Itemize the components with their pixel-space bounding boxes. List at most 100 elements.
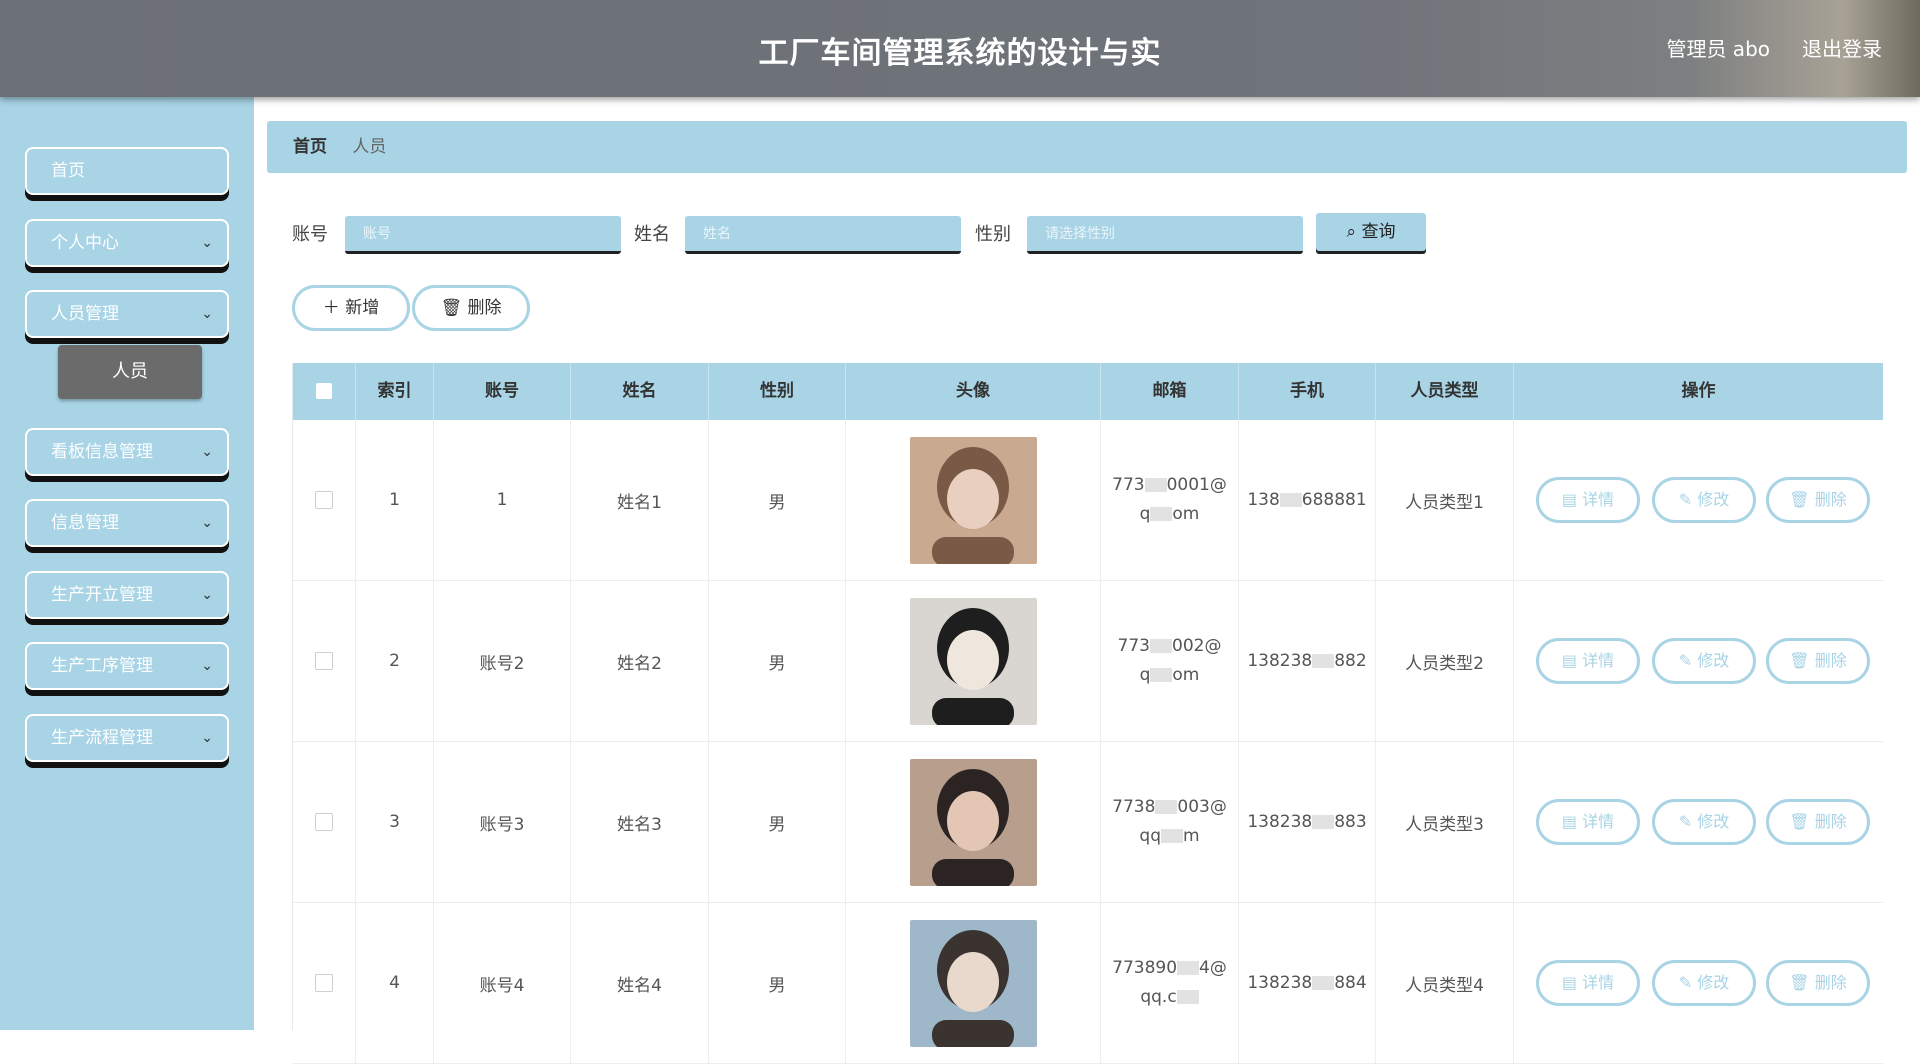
cell-name: 姓名2 <box>571 581 709 741</box>
detail-button-label: 详情 <box>1582 651 1615 670</box>
sidebar-item-board[interactable]: 看板信息管理 ⌄ <box>25 428 229 476</box>
bulk-delete-button-label: 删除 <box>467 298 502 318</box>
redaction-mask <box>1161 829 1184 843</box>
cell-avatar <box>846 581 1101 741</box>
row-checkbox[interactable] <box>315 491 333 509</box>
cell-gender: 男 <box>709 903 846 1063</box>
bulk-delete-button[interactable]: 🗑 删除 <box>412 285 530 331</box>
sidebar-item-info[interactable]: 信息管理 ⌄ <box>25 499 229 547</box>
cell-avatar <box>846 742 1101 902</box>
row-delete-button[interactable]: 🗑 删除 <box>1766 799 1870 845</box>
email-part: 7738 <box>1112 797 1156 817</box>
chevron-down-icon: ⌄ <box>201 658 213 674</box>
sidebar-item-flow[interactable]: 生产流程管理 ⌄ <box>25 714 229 762</box>
sidebar-item-home[interactable]: 首页 <box>25 147 229 195</box>
email-line-2: q om <box>1140 661 1200 690</box>
col-type: 人员类型 <box>1376 363 1514 420</box>
detail-button-label: 详情 <box>1582 973 1615 992</box>
name-input[interactable] <box>685 216 961 254</box>
personnel-table: 索引 账号 姓名 性别 头像 邮箱 手机 人员类型 操作 1 1 姓名1 男 773 00… <box>292 363 1883 1064</box>
row-select-cell <box>293 742 356 902</box>
cell-phone: 138238 882 <box>1239 581 1376 741</box>
select-all-checkbox[interactable] <box>316 383 332 399</box>
edit-button-label: 修改 <box>1697 490 1730 509</box>
sidebar-item-production-open[interactable]: 生产开立管理 ⌄ <box>25 571 229 619</box>
email-line-2: qq.c <box>1140 983 1199 1012</box>
email-line-2: q om <box>1140 500 1200 529</box>
breadcrumb-home[interactable]: 首页 <box>293 137 327 157</box>
detail-button[interactable]: ▤ 详情 <box>1536 477 1640 523</box>
col-phone: 手机 <box>1239 363 1376 420</box>
sidebar-item-process[interactable]: 生产工序管理 ⌄ <box>25 642 229 690</box>
edit-button[interactable]: ✎ 修改 <box>1652 960 1756 1006</box>
cell-type: 人员类型1 <box>1376 420 1514 580</box>
logout-link[interactable]: 退出登录 <box>1802 33 1882 62</box>
gender-select[interactable] <box>1027 216 1303 254</box>
redaction-mask <box>1312 815 1335 829</box>
cell-phone: 138238 884 <box>1239 903 1376 1063</box>
cell-name: 姓名1 <box>571 420 709 580</box>
redaction-mask <box>1177 961 1200 975</box>
add-button[interactable]: ＋ 新增 <box>292 285 410 331</box>
avatar <box>909 436 1037 564</box>
col-avatar: 头像 <box>846 363 1101 420</box>
row-checkbox[interactable] <box>315 652 333 670</box>
cell-type: 人员类型4 <box>1376 903 1514 1063</box>
account-input[interactable] <box>345 216 621 254</box>
email-line-2: qq m <box>1139 822 1199 851</box>
edit-button[interactable]: ✎ 修改 <box>1652 477 1756 523</box>
phone-part: 138238 <box>1247 812 1313 832</box>
cell-account: 1 <box>434 420 571 580</box>
row-delete-button[interactable]: 🗑 删除 <box>1766 638 1870 684</box>
cell-avatar <box>846 903 1101 1063</box>
row-delete-button[interactable]: 🗑 删除 <box>1766 477 1870 523</box>
row-select-cell <box>293 903 356 1063</box>
row-delete-button[interactable]: 🗑 删除 <box>1766 960 1870 1006</box>
edit-button-label: 修改 <box>1697 651 1730 670</box>
email-part: 773 <box>1117 636 1150 656</box>
detail-button[interactable]: ▤ 详情 <box>1536 799 1640 845</box>
cell-index: 3 <box>356 742 434 902</box>
cell-account: 账号3 <box>434 742 571 902</box>
avatar <box>909 597 1037 725</box>
email-part: 003@ <box>1177 797 1227 817</box>
detail-button[interactable]: ▤ 详情 <box>1536 960 1640 1006</box>
edit-button[interactable]: ✎ 修改 <box>1652 638 1756 684</box>
chevron-down-icon: ⌄ <box>201 444 213 460</box>
sidebar-item-profile[interactable]: 个人中心 ⌄ <box>25 219 229 267</box>
sidebar-item-personnel[interactable]: 人员管理 ⌄ <box>25 290 229 338</box>
avatar <box>909 758 1037 886</box>
name-label: 姓名 <box>634 224 670 245</box>
redaction-mask <box>1150 507 1173 521</box>
row-checkbox[interactable] <box>315 813 333 831</box>
sidebar-item-label: 生产流程管理 <box>51 728 153 748</box>
breadcrumb-current: 人员 <box>352 137 387 157</box>
cell-name: 姓名4 <box>571 903 709 1063</box>
cell-email: 773 002@ q om <box>1101 581 1239 741</box>
current-user: 管理员 abo <box>1666 37 1770 61</box>
query-button-label: 查询 <box>1361 222 1396 242</box>
edit-button[interactable]: ✎ 修改 <box>1652 799 1756 845</box>
detail-button[interactable]: ▤ 详情 <box>1536 638 1640 684</box>
row-delete-button-label: 删除 <box>1814 490 1847 509</box>
row-select-cell <box>293 581 356 741</box>
add-button-label: 新增 <box>345 298 380 318</box>
row-delete-button-label: 删除 <box>1814 812 1847 831</box>
email-part: om <box>1172 504 1200 524</box>
cell-phone: 138 688881 <box>1239 420 1376 580</box>
cell-email: 773890 4@ qq.c <box>1101 903 1239 1063</box>
cell-index: 2 <box>356 581 434 741</box>
col-email: 邮箱 <box>1101 363 1239 420</box>
email-line-1: 7738 003@ <box>1112 793 1227 822</box>
cell-account: 账号2 <box>434 581 571 741</box>
query-button[interactable]: ⌕ 查询 <box>1316 213 1426 251</box>
email-part: qq.c <box>1140 987 1177 1007</box>
cell-index: 4 <box>356 903 434 1063</box>
submenu-item-personnel[interactable]: 人员 <box>58 345 202 399</box>
pencil-icon: ✎ <box>1678 651 1693 670</box>
app-title: 工厂车间管理系统的设计与实 <box>758 36 1162 71</box>
row-checkbox[interactable] <box>315 974 333 992</box>
col-gender: 性别 <box>709 363 846 420</box>
table-header: 索引 账号 姓名 性别 头像 邮箱 手机 人员类型 操作 <box>293 363 1883 420</box>
email-part: 773 <box>1112 475 1145 495</box>
